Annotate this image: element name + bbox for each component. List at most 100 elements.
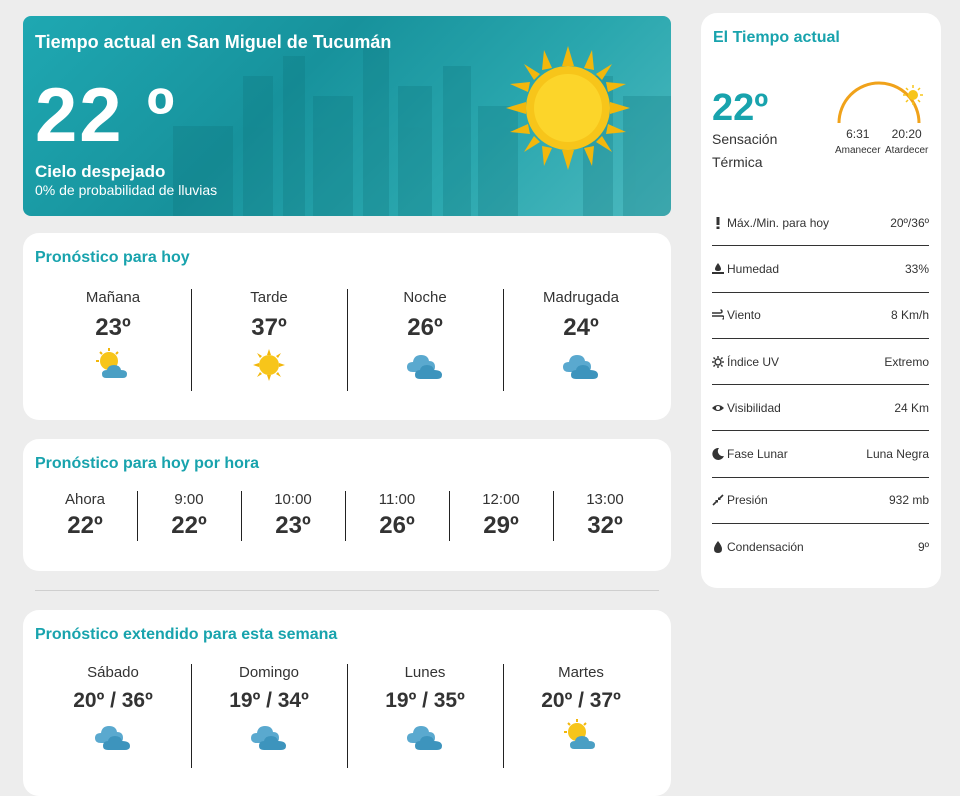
day-label: Lunes <box>404 664 446 681</box>
detail-label: Humedad <box>727 261 780 276</box>
sunrise-label: Amanecer <box>835 145 881 156</box>
forecast-period: Noche 26º <box>347 289 503 391</box>
day-temperature: 19º / 34º <box>229 689 309 712</box>
weekly-day: Martes 20º / 37º <box>503 664 659 768</box>
detail-row: Condensación 9º <box>712 524 929 570</box>
sun-arc-icon <box>837 81 923 124</box>
today-forecast-card: Pronóstico para hoy Mañana 23º Tarde 37º… <box>23 233 671 420</box>
hour-label: 13:00 <box>586 491 624 508</box>
detail-value: 24 Km <box>894 400 929 415</box>
detail-label: Condensación <box>727 540 804 555</box>
drop-icon <box>714 541 722 554</box>
hourly-item: 13:00 32º <box>553 491 657 541</box>
detail-label: Índice UV <box>727 354 780 369</box>
detail-label: Viento <box>727 308 761 323</box>
sunrise-time: 6:31 <box>846 127 870 141</box>
period-label: Madrugada <box>543 289 619 306</box>
hourly-item: 12:00 29º <box>449 491 553 541</box>
cloud-icon <box>95 726 130 750</box>
moon-icon <box>712 448 724 461</box>
hero-rain-probability: 0% de probabilidad de lluvias <box>35 182 218 198</box>
hourly-item: 10:00 23º <box>241 491 345 541</box>
detail-value: 20º/36º <box>890 215 929 230</box>
detail-value: Luna Negra <box>866 447 929 462</box>
hero-condition: Cielo despejado <box>35 162 166 181</box>
sunset-time: 20:20 <box>891 127 922 141</box>
cloud-icon <box>563 355 598 379</box>
cloud-icon <box>407 355 442 379</box>
hour-label: 10:00 <box>274 491 312 508</box>
detail-value: 8 Km/h <box>890 308 929 323</box>
detail-label: Presión <box>727 493 768 508</box>
hour-label: 12:00 <box>482 491 520 508</box>
hour-label: 11:00 <box>378 491 416 508</box>
period-label: Tarde <box>250 289 288 306</box>
thermal-sensation-label: Sensación Térmica <box>712 131 778 170</box>
detail-label: Fase Lunar <box>727 447 788 462</box>
detail-value: Extremo <box>884 354 929 369</box>
day-label: Sábado <box>87 664 139 681</box>
hero-temperature: 22 º <box>35 73 177 158</box>
wind-icon <box>712 309 724 320</box>
hero-title: Tiempo actual en San Miguel de Tucumán <box>35 32 392 52</box>
detail-row: Índice UV Extremo <box>712 339 929 386</box>
forecast-period: Mañana 23º <box>35 289 191 391</box>
hour-temperature: 22º <box>171 512 207 539</box>
compress-icon <box>712 494 724 506</box>
cloud-icon <box>407 726 442 750</box>
period-temperature: 26º <box>407 314 443 341</box>
period-label: Noche <box>403 289 447 306</box>
period-temperature: 24º <box>563 314 599 341</box>
day-temperature: 20º / 37º <box>541 689 621 712</box>
hourly-item: 9:00 22º <box>137 491 241 541</box>
day-temperature: 19º / 35º <box>385 689 465 712</box>
hourly-forecast-card: Pronóstico para hoy por hora Ahora 22º 9… <box>23 439 671 571</box>
weekly-day: Lunes 19º / 35º <box>347 664 503 768</box>
forecast-period: Tarde 37º <box>191 289 347 391</box>
detail-value: 33% <box>904 261 929 276</box>
day-label: Martes <box>558 664 604 681</box>
cloud-icon <box>251 726 286 750</box>
hourly-item: 11:00 26º <box>345 491 449 541</box>
sun-icon <box>506 46 630 170</box>
hour-temperature: 22º <box>67 512 103 539</box>
period-temperature: 37º <box>251 314 287 341</box>
detail-label: Visibilidad <box>727 400 781 415</box>
humidity-icon <box>712 262 724 274</box>
sun-icon <box>253 349 285 381</box>
today-forecast-title: Pronóstico para hoy <box>35 249 190 266</box>
current-weather-banner: Tiempo actual en San Miguel de Tucumán 2… <box>23 16 671 216</box>
detail-row: Presión 932 mb <box>712 478 929 525</box>
sunset-label: Atardecer <box>885 145 929 156</box>
detail-row: Viento 8 Km/h <box>712 293 929 339</box>
hourly-item: Ahora 22º <box>33 491 137 541</box>
panel-title: El Tiempo actual <box>713 29 840 46</box>
period-temperature: 23º <box>95 314 131 341</box>
weekly-forecast-title: Pronóstico extendido para esta semana <box>35 626 338 643</box>
detail-value: 9º <box>917 540 929 555</box>
day-temperature: 20º / 36º <box>73 689 153 712</box>
current-details-panel: El Tiempo actual 22º Sensación Térmica 6… <box>701 13 941 588</box>
detail-row: Humedad 33% <box>712 246 929 293</box>
sun-cloud-icon <box>96 348 127 378</box>
detail-value: 932 mb <box>888 493 929 508</box>
period-label: Mañana <box>85 289 141 306</box>
day-label: Domingo <box>238 664 300 681</box>
hour-temperature: 29º <box>483 512 519 539</box>
current-temperature: 22º <box>712 87 769 129</box>
weekly-day: Domingo 19º / 34º <box>191 664 347 768</box>
sun-cloud-icon <box>564 719 595 749</box>
exclamation-icon <box>716 216 720 229</box>
eye-icon <box>712 404 724 411</box>
sunrise-info: 6:31 Amanecer <box>835 127 881 156</box>
detail-row: Fase Lunar Luna Negra <box>712 431 929 478</box>
forecast-period: Madrugada 24º <box>503 289 659 391</box>
weekly-forecast-card: Pronóstico extendido para esta semana Sá… <box>23 610 671 796</box>
hour-label: 9:00 <box>174 491 204 508</box>
hour-label: Ahora <box>64 491 106 508</box>
divider <box>35 590 659 591</box>
detail-label: Máx./Min. para hoy <box>727 215 830 230</box>
hour-temperature: 26º <box>379 512 415 539</box>
sun-uv-icon <box>712 355 724 368</box>
hourly-forecast-title: Pronóstico para hoy por hora <box>35 455 260 472</box>
